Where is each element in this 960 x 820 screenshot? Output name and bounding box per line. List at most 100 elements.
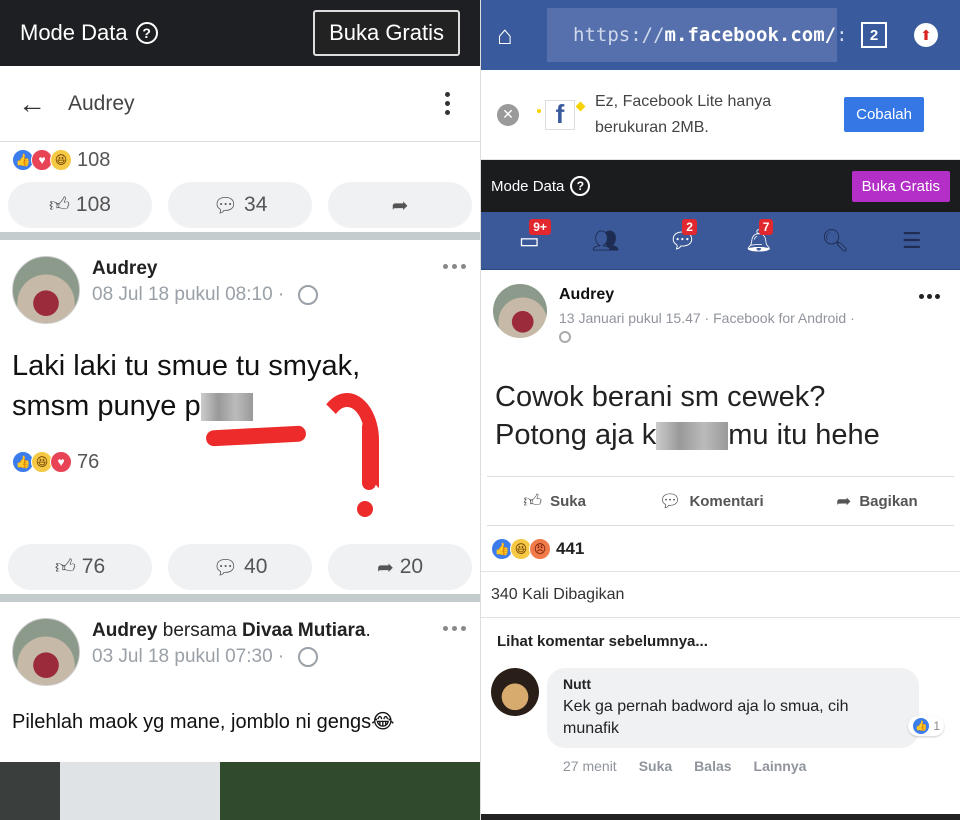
data-mode-bar: Mode Data ? Buka Gratis <box>481 160 960 212</box>
comment-more-button[interactable]: Lainnya <box>754 758 807 774</box>
notification-badge: 7 <box>758 218 774 235</box>
notification-badge: 2 <box>682 218 697 235</box>
like-button[interactable]: 👍︎ Suka <box>523 490 586 512</box>
comment-button[interactable]: 💬︎ 40 <box>168 544 312 590</box>
post-text: Pilehlah maok yg mane, jomblo ni gengs😂 <box>12 711 395 733</box>
open-free-button[interactable]: Buka Gratis <box>313 10 460 56</box>
avatar[interactable] <box>493 284 547 338</box>
more-options-icon[interactable] <box>919 294 940 299</box>
post-photo[interactable] <box>0 762 480 820</box>
post-author[interactable]: Audrey <box>559 286 855 304</box>
comment-bubble: Nutt Kek ga pernah badword aja lo smua, … <box>547 668 919 748</box>
try-button[interactable]: Cobalah <box>844 97 924 132</box>
comment-icon: 💬︎ <box>212 556 239 579</box>
laughing-emoji-icon: 😂 <box>371 711 395 733</box>
post-date[interactable]: 13 Januari pukul 15.47 · Facebook for An… <box>559 310 855 326</box>
post-actions: 👍︎ 108 💬︎ 34 ➦ <box>0 178 480 232</box>
reaction-count: 108 <box>77 148 111 171</box>
share-icon: ➦ <box>391 194 409 217</box>
comment-meta: 27 menit Suka Balas Lainnya <box>481 758 960 774</box>
avatar[interactable] <box>12 618 80 686</box>
comment-like-count[interactable]: 👍 1 <box>908 716 944 736</box>
comment-button[interactable]: 💬︎ 34 <box>168 182 312 228</box>
censored-word <box>200 393 253 422</box>
post: Audrey bersama Divaa Mutiara. 03 Jul 18 … <box>0 602 480 736</box>
left-screenshot: Mode Data ? Buka Gratis ← Audrey 👍 ♥ 😆 1… <box>0 0 480 820</box>
vertical-dots-icon[interactable] <box>445 92 450 115</box>
share-button[interactable]: ➦ 20 <box>328 544 472 590</box>
globe-icon <box>297 646 318 667</box>
red-question-mark-dot <box>357 501 373 517</box>
bottom-border <box>481 814 960 820</box>
post-date[interactable]: 08 Jul 18 pukul 08:10 <box>92 284 273 305</box>
reaction-count: 76 <box>77 450 100 473</box>
news-feed-icon[interactable]: ▭ 9+ <box>513 218 551 257</box>
comment-author[interactable]: Nutt <box>563 676 903 692</box>
like-reaction-icon: 👍 <box>912 717 931 735</box>
url-bar[interactable]: https://m.facebook.com/: <box>547 8 848 62</box>
question-circle-icon[interactable]: ? <box>570 176 591 196</box>
thumbs-up-icon: 👍︎ <box>49 194 70 216</box>
share-button[interactable]: ➦ Bagikan <box>836 491 917 512</box>
reaction-summary[interactable]: 👍 😆 😠 441 <box>481 526 960 572</box>
data-mode-label: Mode Data <box>20 20 128 45</box>
browser-toolbar: ⌂ https://m.facebook.com/: 2 ⬆ <box>481 0 960 70</box>
post-actions: 👍︎ 76 💬︎ 40 ➦ 20 <box>0 540 480 594</box>
tagged-user[interactable]: Divaa Mutiara <box>242 620 366 641</box>
avatar[interactable] <box>491 668 539 716</box>
post-date[interactable]: 03 Jul 18 pukul 07:30 <box>92 646 273 667</box>
arrow-left-icon[interactable]: ← <box>18 88 46 120</box>
question-circle-icon[interactable]: ? <box>135 22 158 44</box>
comment-like-button[interactable]: Suka <box>639 758 672 774</box>
more-options-icon[interactable] <box>443 626 466 631</box>
share-button[interactable]: ➦ <box>328 182 472 228</box>
facebook-nav-bar: ▭ 9+ 👥︎ 💬︎ 2 🔔︎ 7 🔍︎ ☰ <box>481 212 960 270</box>
open-free-button[interactable]: Buka Gratis <box>851 170 950 202</box>
like-button[interactable]: 👍︎ 108 <box>8 182 152 228</box>
post-separator <box>0 232 480 240</box>
share-icon: ➦ <box>376 556 394 579</box>
comment-button[interactable]: 💬︎ Komentari <box>659 491 764 512</box>
profile-header: ← Audrey <box>0 66 480 142</box>
haha-reaction-icon: 😆 <box>50 149 72 171</box>
arrow-up-circle-icon[interactable]: ⬆ <box>914 23 938 47</box>
banner-text: Ez, Facebook Lite hanya berukuran 2MB. <box>595 92 772 136</box>
comment-time: 27 menit <box>563 758 617 774</box>
share-icon: ➦ <box>836 490 852 511</box>
censored-word <box>656 422 729 451</box>
angry-reaction-icon: 😠 <box>529 537 551 560</box>
post-author[interactable]: Audrey <box>92 258 318 280</box>
reaction-summary[interactable]: 👍 😆 ♥ 76 <box>12 444 468 480</box>
facebook-lite-banner: ✕ f Ez, Facebook Lite hanya berukuran 2M… <box>481 70 960 160</box>
reaction-summary[interactable]: 👍 ♥ 😆 108 <box>0 142 480 178</box>
globe-icon <box>559 331 571 343</box>
like-button[interactable]: 👍︎ 76 <box>8 544 152 590</box>
thumbs-up-icon: 👍︎ <box>54 556 76 578</box>
menu-icon[interactable]: ☰ <box>896 225 928 257</box>
avatar[interactable] <box>12 256 80 324</box>
comment-text: Kek ga pernah badword aja lo smua, cih m… <box>563 698 849 737</box>
post-text: Cowok berani sm cewek? Potong aja k mu it… <box>495 381 880 451</box>
header-title: Audrey <box>68 91 135 115</box>
globe-icon <box>297 284 318 305</box>
close-circle-icon[interactable]: ✕ <box>497 103 519 126</box>
data-mode-label: Mode Data <box>491 177 565 195</box>
reaction-count: 441 <box>556 538 585 558</box>
friends-icon[interactable]: 👥︎ <box>590 225 622 257</box>
search-icon[interactable]: 🔍︎ <box>819 225 851 257</box>
comment-reply-button[interactable]: Balas <box>694 758 731 774</box>
notification-badge: 9+ <box>529 218 551 235</box>
post-text: Laki laki tu smue tu smyak, smsm punye p <box>12 350 361 422</box>
red-question-mark-stem <box>362 420 376 490</box>
bell-icon[interactable]: 🔔︎ 7 <box>743 218 775 257</box>
comment-icon: 💬︎ <box>212 194 239 217</box>
more-options-icon[interactable] <box>443 264 466 269</box>
share-count[interactable]: 340 Kali Dibagikan <box>481 572 960 618</box>
facebook-logo-icon: f <box>537 99 575 130</box>
home-icon[interactable]: ⌂ <box>497 20 529 51</box>
previous-comments-link[interactable]: Lihat komentar sebelumnya... <box>481 618 960 664</box>
messenger-icon[interactable]: 💬︎ 2 <box>666 218 698 257</box>
tab-count-button[interactable]: 2 <box>861 22 887 48</box>
post-author[interactable]: Audrey <box>92 620 157 641</box>
post-separator <box>0 594 480 602</box>
